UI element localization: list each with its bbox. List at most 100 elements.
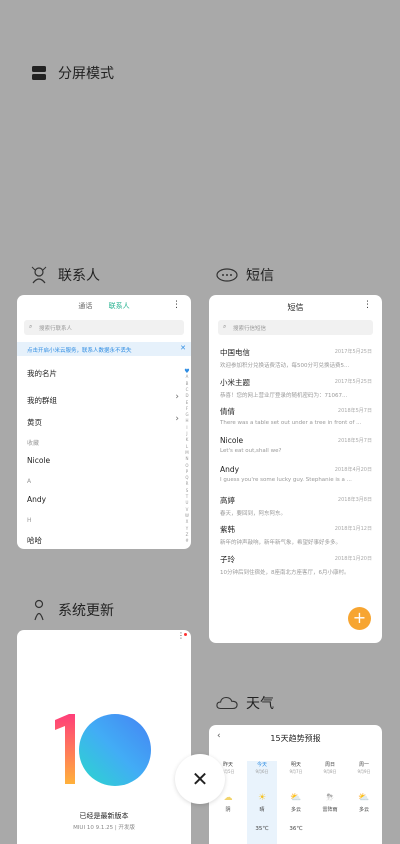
index-letter[interactable]: K bbox=[184, 437, 190, 442]
list-item[interactable]: Nicole bbox=[27, 456, 50, 465]
index-letter[interactable]: M bbox=[184, 450, 190, 455]
contacts-tabs: 通话 联系人 bbox=[17, 301, 191, 311]
chevron-right-icon: › bbox=[175, 414, 179, 424]
message-preview: 恭喜！您的网上营业厅登录的随机密码为：71067... bbox=[220, 392, 348, 399]
message-date: 2018年5月7日 bbox=[337, 408, 372, 414]
index-letter[interactable]: O bbox=[184, 463, 190, 468]
close-all-button[interactable]: ✕ bbox=[175, 754, 225, 804]
message-item[interactable]: Nicole 2018年5月7日 Let's eat out,shall we? bbox=[220, 436, 372, 454]
version-text: MIUI 10 9.1.25 | 开发版 bbox=[73, 825, 135, 831]
list-item[interactable]: 我的群组 bbox=[27, 395, 57, 406]
message-date: 2018年1月20日 bbox=[334, 555, 372, 562]
temperature: 36℃ bbox=[289, 826, 303, 832]
weather-app-header: 天气 bbox=[216, 692, 274, 714]
search-icon: ⌕ bbox=[223, 323, 227, 330]
section-header: H bbox=[27, 517, 32, 524]
index-letter[interactable]: D bbox=[184, 393, 190, 398]
index-letter[interactable]: L bbox=[184, 444, 190, 449]
index-letter[interactable]: W bbox=[184, 513, 190, 518]
message-item[interactable]: 子玲 2018年1月20日 10分钟后到住宿处，8座南北方座客厅，6月小康村。 bbox=[220, 554, 372, 576]
sun-icon: ☀ bbox=[257, 793, 267, 803]
cloud-banner[interactable]: 点击开启小米云服务，联系人数据永不丢失 ✕ bbox=[17, 342, 191, 356]
index-letter[interactable]: A bbox=[184, 374, 190, 379]
messages-app-label: 短信 bbox=[246, 268, 274, 284]
contacts-search-input[interactable]: ⌕ 搜索行联系人 bbox=[24, 320, 184, 335]
thunderstorm-icon: ⛈ bbox=[326, 793, 334, 803]
contacts-app-header: 联系人 bbox=[28, 264, 100, 286]
condition-label: 阴 bbox=[225, 807, 231, 813]
overflow-menu-icon[interactable]: ⋮ bbox=[363, 300, 372, 310]
plus-icon: + bbox=[352, 608, 367, 627]
day-label: 今天 bbox=[256, 762, 267, 768]
message-date: 2018年3月8日 bbox=[337, 496, 372, 503]
message-item[interactable]: 紫韩 2018年1月12日 新年的钟声敲响，新年新气象，希望好事好多多。 bbox=[220, 524, 372, 546]
list-item[interactable]: 黄页 bbox=[27, 417, 42, 428]
chevron-right-icon: › bbox=[175, 392, 179, 402]
index-letter[interactable]: C bbox=[184, 387, 190, 392]
date-label: 9月7日 bbox=[289, 769, 303, 774]
message-item[interactable]: 中国电信 2017年5月25日 欢迎参加积分兑换话费活动，每500分可兑换话费5..… bbox=[220, 347, 372, 369]
index-letter[interactable]: B bbox=[184, 381, 190, 386]
index-letter[interactable]: H bbox=[184, 418, 190, 423]
updater-app-label: 系统更新 bbox=[58, 603, 114, 619]
date-label: 9月6日 bbox=[255, 769, 269, 774]
index-letter[interactable]: X bbox=[184, 519, 190, 524]
messages-search-input[interactable]: ⌕ 搜索行信短信 bbox=[218, 320, 373, 335]
tab-calls[interactable]: 通话 bbox=[78, 302, 92, 310]
index-letter[interactable]: R bbox=[184, 481, 190, 486]
search-placeholder: 搜索行联系人 bbox=[39, 326, 73, 332]
partly-cloudy-icon: ⛅ bbox=[358, 793, 370, 803]
messages-app-icon bbox=[216, 264, 238, 286]
overflow-menu-icon[interactable]: ⋮ bbox=[172, 300, 181, 310]
updater-card[interactable]: ⋮ 已经是最新版本 MIUI 10 9.1.25 | 开发版 bbox=[17, 630, 191, 844]
day-label: 明天 bbox=[290, 762, 301, 768]
message-item[interactable]: 小米主题 2017年5月25日 恭喜！您的网上营业厅登录的随机密码为：71067..… bbox=[220, 377, 372, 399]
compose-button[interactable]: + bbox=[348, 607, 371, 630]
message-preview: 欢迎参加积分兑换话费活动，每500分可兑换话费5... bbox=[220, 363, 350, 369]
index-letter[interactable]: F bbox=[184, 406, 190, 411]
miui10-logo-graphic bbox=[55, 714, 151, 786]
message-date: 2018年4月20日 bbox=[334, 467, 372, 473]
close-icon: ✕ bbox=[191, 767, 209, 791]
index-letter[interactable]: E bbox=[184, 400, 190, 405]
forecast-day[interactable]: 明天 9月7日 ⛅ 多云 36℃ bbox=[281, 761, 311, 832]
message-date: 2017年5月25日 bbox=[334, 378, 372, 385]
index-letter[interactable]: N bbox=[184, 456, 190, 461]
index-letter[interactable]: I bbox=[184, 425, 190, 430]
list-item[interactable]: 哈哈 bbox=[27, 535, 42, 546]
messages-card[interactable]: 短信 ⋮ ⌕ 搜索行信短信 中国电信 2017年5月25日 欢迎参加积分兑换话费活动… bbox=[209, 295, 382, 643]
split-screen-icon bbox=[28, 62, 50, 84]
index-letter[interactable]: G bbox=[184, 412, 190, 417]
message-item[interactable]: 倩倩 2018年5月7日 There was a table set out und… bbox=[220, 406, 372, 426]
forecast-day[interactable]: 周日 9月8日 ⛈ 雷阵雨 bbox=[315, 761, 345, 826]
weather-card[interactable]: ‹ 15天趋势预报 昨天 9月5日 ☁ 阴今天 9月6日 ☀ 晴 35℃ 明天 9月7日 ⛅ 多云 36… bbox=[209, 725, 382, 844]
index-letter[interactable]: V bbox=[184, 507, 190, 512]
index-letter[interactable]: T bbox=[184, 494, 190, 499]
message-item[interactable]: Andy 2018年4月20日 I guess you're some lucky … bbox=[220, 465, 372, 483]
message-preview: There was a table set out under a tree i… bbox=[220, 420, 362, 426]
day-label: 周一 bbox=[358, 762, 369, 768]
search-placeholder: 搜索行信短信 bbox=[233, 326, 267, 332]
index-letter[interactable]: J bbox=[184, 431, 190, 436]
message-preview: Let's eat out,shall we? bbox=[220, 447, 282, 454]
index-letter[interactable]: Y bbox=[184, 526, 190, 531]
index-letter[interactable]: Z bbox=[184, 532, 190, 537]
list-item[interactable]: Andy bbox=[27, 495, 46, 504]
index-letter[interactable]: U bbox=[184, 500, 190, 505]
index-letter[interactable]: S bbox=[184, 488, 190, 493]
close-icon[interactable]: ✕ bbox=[180, 344, 186, 352]
cloud-banner-text: 点击开启小米云服务，联系人数据永不丢失 bbox=[27, 348, 132, 354]
condition-label: 晴 bbox=[259, 807, 265, 813]
list-item[interactable]: 我的名片 bbox=[27, 368, 57, 379]
index-letter[interactable]: Q bbox=[184, 475, 190, 480]
split-screen-header[interactable]: 分屏模式 bbox=[28, 62, 114, 84]
tab-contacts[interactable]: 联系人 bbox=[109, 302, 130, 310]
message-item[interactable]: 高婷 2018年3月8日 春天，要回到，阿东阿东。 bbox=[220, 495, 372, 517]
index-letter[interactable]: # bbox=[184, 538, 190, 543]
contacts-card[interactable]: 通话 联系人 ⋮ ⌕ 搜索行联系人 点击开启小米云服务，联系人数据永不丢失 ✕ … bbox=[17, 295, 191, 549]
forecast-day[interactable]: 周一 9月9日 ⛅ 多云 bbox=[349, 761, 379, 826]
message-preview: 春天，要回到，阿东阿东。 bbox=[220, 510, 287, 517]
forecast-title: 15天趋势预报 bbox=[270, 734, 321, 743]
forecast-day[interactable]: 今天 9月6日 ☀ 晴 35℃ bbox=[247, 761, 277, 844]
index-letter[interactable]: P bbox=[184, 469, 190, 474]
